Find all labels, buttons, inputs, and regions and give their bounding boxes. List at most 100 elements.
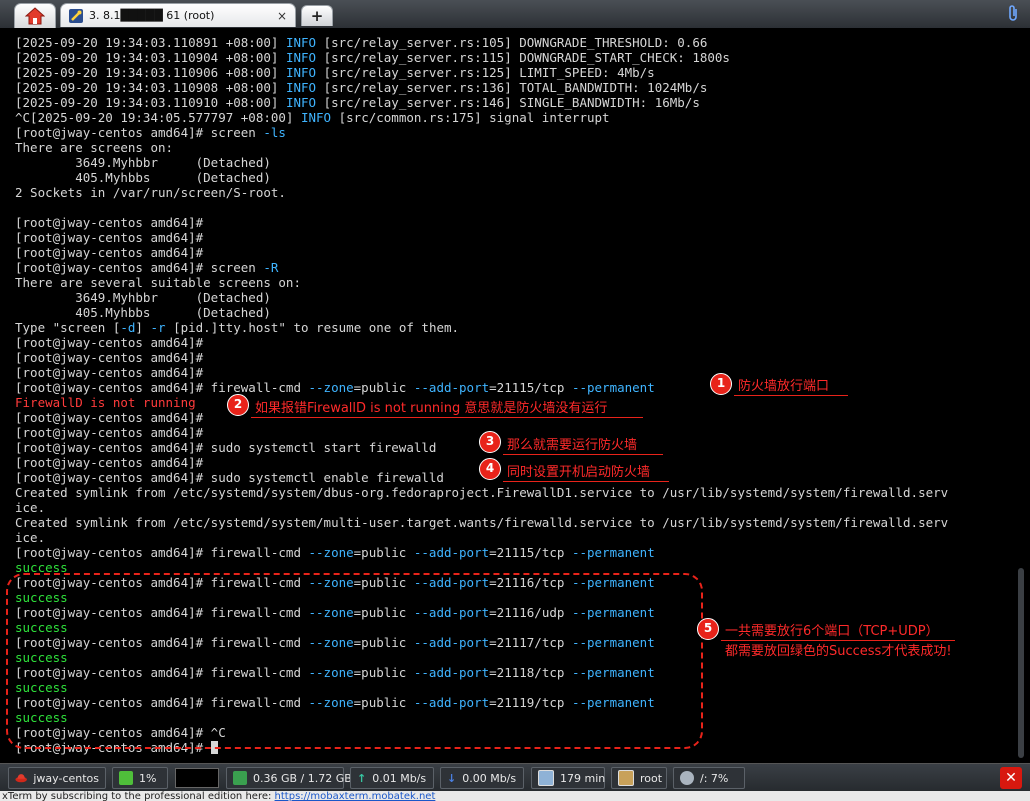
status-download-value: 0.00 Mb/s — [462, 771, 517, 785]
terminal-line: [root@jway-centos amd64]# — [15, 365, 1010, 380]
redhat-icon — [15, 774, 27, 783]
new-tab-button[interactable]: + — [301, 5, 333, 26]
terminal-key-icon — [69, 8, 83, 23]
close-session-button[interactable]: ✕ — [1000, 767, 1022, 789]
terminal-line: There are several suitable screens on: — [15, 275, 1010, 290]
terminal-segment: [root@jway-centos amd64]# — [15, 230, 204, 245]
terminal-line: [root@jway-centos amd64]# firewall-cmd -… — [15, 545, 1010, 560]
status-uptime[interactable]: 179 min — [531, 767, 605, 789]
annotation-text-3: 那么就需要运行防火墙 — [503, 434, 663, 455]
terminal-segment: --add-port — [413, 545, 490, 560]
terminal-segment: [src/relay_server.rs:136] TOTAL_BANDWIDT… — [316, 80, 708, 95]
terminal-segment: [src/relay_server.rs:146] SINGLE_BANDWID… — [316, 95, 700, 110]
terminal-line: [root@jway-centos amd64]# firewall-cmd -… — [15, 380, 1010, 395]
status-cpu[interactable]: 1% — [112, 767, 168, 789]
footer-banner: xTerm by subscribing to the professional… — [0, 791, 1030, 801]
terminal-segment: [2025-09-20 19:34:03.110906 +08:00] — [15, 65, 286, 80]
annotation-badge-2: 2 — [227, 394, 249, 416]
status-upload[interactable]: ↑ 0.01 Mb/s — [350, 767, 434, 789]
terminal-segment: There are screens on: — [15, 140, 174, 155]
terminal-segment: FirewallD is not running — [15, 395, 196, 410]
terminal-line: [root@jway-centos amd64]# screen -R — [15, 260, 1010, 275]
download-arrow-icon: ↓ — [447, 771, 457, 785]
terminal-segment: [2025-09-20 19:34:03.110904 +08:00] — [15, 50, 286, 65]
terminal-segment: =21115/tcp — [489, 545, 572, 560]
close-tab-button[interactable]: × — [275, 9, 289, 23]
terminal-segment: --zone — [308, 545, 354, 560]
session-tab[interactable]: 3. 8.1█████ 61 (root) × — [60, 3, 296, 27]
terminal-segment: [root@jway-centos amd64]# — [15, 425, 204, 440]
upload-arrow-icon: ↑ — [357, 771, 367, 785]
status-host[interactable]: jway-centos — [8, 767, 106, 789]
terminal-line: 405.Myhbbs (Detached) — [15, 305, 1010, 320]
status-disk[interactable]: /: 7% — [673, 767, 745, 789]
terminal-segment: -d — [120, 320, 136, 335]
terminal-segment: INFO — [285, 35, 317, 50]
terminal-segment: [root@jway-centos amd64]# sudo systemctl… — [15, 470, 444, 485]
terminal-panel[interactable]: [2025-09-20 19:34:03.110891 +08:00] INFO… — [0, 28, 1030, 763]
terminal-line: There are screens on: — [15, 140, 1010, 155]
status-upload-value: 0.01 Mb/s — [372, 771, 427, 785]
terminal-segment: [src/relay_server.rs:125] LIMIT_SPEED: 4… — [316, 65, 655, 80]
terminal-segment: [2025-09-20 19:34:03.110908 +08:00] — [15, 80, 286, 95]
status-user[interactable]: root — [611, 767, 667, 789]
terminal-segment: INFO — [285, 50, 317, 65]
annotation-text-5a: 一共需要放行6个端口（TCP+UDP） — [721, 620, 955, 641]
terminal-segment: INFO — [285, 95, 317, 110]
terminal-segment: Created symlink from /etc/systemd/system… — [15, 485, 949, 500]
status-memory[interactable]: 0.36 GB / 1.72 GB — [226, 767, 352, 789]
annotation-badge-1: 1 — [710, 373, 732, 395]
terminal-scrollbar[interactable] — [1018, 568, 1024, 758]
status-bar: jway-centos 1% 0.36 GB / 1.72 GB ↑ 0.01 … — [0, 763, 1030, 792]
terminal-line: 2 Sockets in /var/run/screen/S-root. — [15, 185, 1010, 200]
terminal-segment: --zone — [308, 380, 354, 395]
terminal-segment: INFO — [285, 80, 317, 95]
home-icon — [25, 7, 45, 25]
terminal-segment: -r — [150, 320, 166, 335]
status-cpu-value: 1% — [139, 771, 157, 785]
terminal-line: [2025-09-20 19:34:03.110904 +08:00] INFO… — [15, 50, 1010, 65]
home-tab[interactable] — [14, 3, 56, 28]
terminal-segment: [root@jway-centos amd64]# screen — [15, 260, 264, 275]
terminal-segment: [root@jway-centos amd64]# firewall-cmd — [15, 380, 309, 395]
terminal-segment: INFO — [300, 110, 332, 125]
terminal-line: [root@jway-centos amd64]# — [15, 245, 1010, 260]
terminal-segment: [root@jway-centos amd64]# — [15, 350, 204, 365]
annotation-badge-5: 5 — [697, 618, 719, 640]
session-tab-title: 3. 8.1█████ 61 (root) — [89, 9, 215, 22]
annotation-text-4: 同时设置开机启动防火墙 — [503, 461, 669, 482]
footer-link[interactable]: https://mobaxterm.mobatek.net — [275, 791, 436, 801]
status-host-label: jway-centos — [33, 771, 99, 785]
terminal-segment: [root@jway-centos amd64]# — [15, 365, 204, 380]
terminal-line: [2025-09-20 19:34:03.110908 +08:00] INFO… — [15, 80, 1010, 95]
terminal-segment: Type "screen [ — [15, 320, 121, 335]
terminal-segment: [root@jway-centos amd64]# — [15, 215, 204, 230]
terminal-segment: [src/common.rs:175] signal interrupt — [331, 110, 610, 125]
terminal-line: 3649.Myhbbr (Detached) — [15, 290, 1010, 305]
terminal-segment: =21115/tcp — [489, 380, 572, 395]
terminal-segment: 3649.Myhbbr (Detached) — [15, 290, 271, 305]
status-download[interactable]: ↓ 0.00 Mb/s — [440, 767, 524, 789]
terminal-segment: ] — [135, 320, 151, 335]
terminal-segment: --permanent — [571, 380, 655, 395]
terminal-line: 3649.Myhbbr (Detached) — [15, 155, 1010, 170]
terminal-line: Created symlink from /etc/systemd/system… — [15, 515, 1010, 530]
terminal-segment: 405.Myhbbs (Detached) — [15, 305, 271, 320]
terminal-segment: [src/relay_server.rs:105] DOWNGRADE_THRE… — [316, 35, 708, 50]
status-uptime-value: 179 min — [560, 771, 606, 785]
terminal-line: [root@jway-centos amd64]# — [15, 350, 1010, 365]
paperclip-icon[interactable] — [1004, 4, 1022, 24]
terminal-segment: ice. — [15, 530, 46, 545]
terminal-segment: --permanent — [571, 545, 655, 560]
terminal-segment: [2025-09-20 19:34:03.110910 +08:00] — [15, 95, 286, 110]
terminal-segment: --add-port — [413, 380, 490, 395]
status-user-value: root — [640, 771, 663, 785]
user-icon — [618, 770, 634, 786]
cpu-graph — [175, 768, 219, 788]
terminal-line: ice. — [15, 500, 1010, 515]
annotation-text-2: 如果报错FirewallD is not running 意思就是防火墙没有运行 — [251, 397, 643, 418]
terminal-segment: [pid.]tty.host" to resume one of them. — [165, 320, 460, 335]
annotation-text-1: 防火墙放行端口 — [734, 375, 848, 396]
terminal-line: ice. — [15, 530, 1010, 545]
